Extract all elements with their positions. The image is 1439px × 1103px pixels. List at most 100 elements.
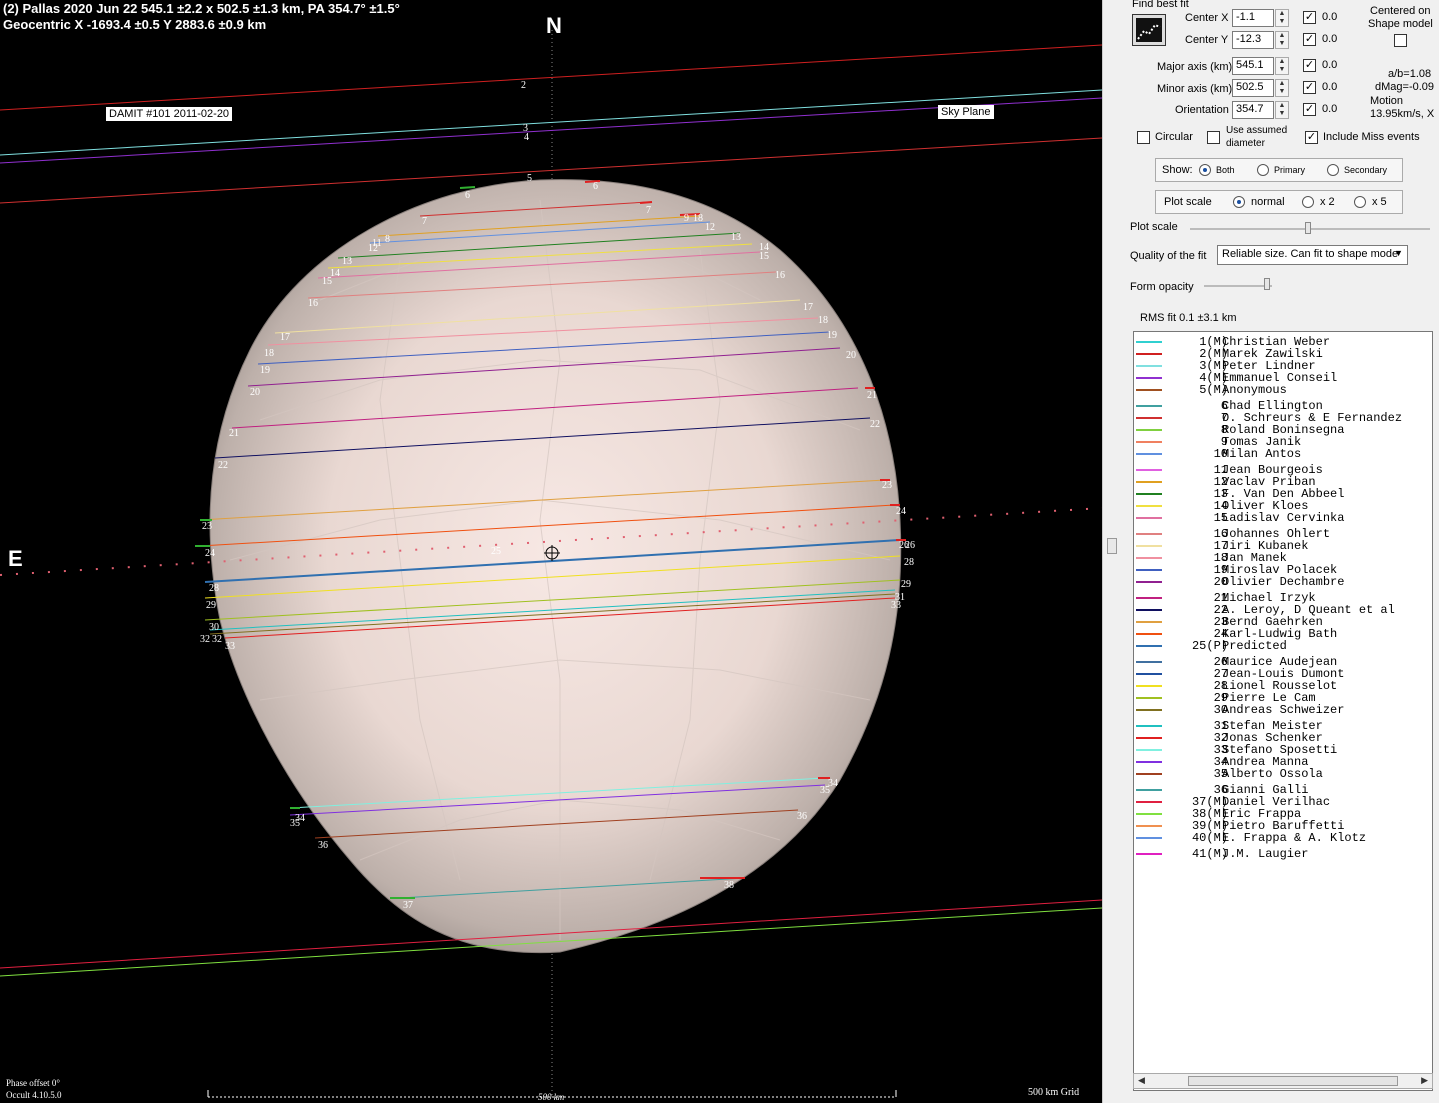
scrollbar-thumb[interactable]: [1188, 1076, 1398, 1086]
chord-label: 9: [684, 213, 689, 224]
observer-color-swatch: [1136, 773, 1162, 775]
grid-label: 500 km Grid: [1028, 1087, 1080, 1098]
plot-scale-slider-thumb[interactable]: [1305, 222, 1311, 234]
major-axis-stepper[interactable]: ▲ ▼: [1275, 57, 1289, 75]
chord-label: 30: [209, 622, 219, 633]
assumed-diameter-label: Use assumed: [1226, 125, 1288, 136]
center-y-label: Center Y: [1185, 34, 1229, 46]
opacity-slider[interactable]: [1204, 285, 1272, 287]
observer-color-swatch: [1136, 609, 1162, 611]
center-x-stepper[interactable]: ▲ ▼: [1275, 9, 1289, 27]
center-x-input[interactable]: -1.1: [1232, 9, 1274, 27]
chord-label: 26: [905, 540, 915, 551]
observer-number: 7: [1220, 411, 1228, 425]
splitter-thumb[interactable]: [1107, 538, 1117, 554]
minor-axis-fit-checkbox[interactable]: ✓: [1303, 81, 1316, 94]
rms-fit-label: RMS fit 0.1 ±3.1 km: [1140, 312, 1237, 324]
quality-select[interactable]: Reliable size. Can fit to shape mode ▼: [1217, 245, 1408, 265]
observer-list-scrollbar[interactable]: ◀ ▶: [1133, 1073, 1433, 1089]
observer-color-swatch: [1136, 417, 1162, 419]
center-y-delta: 0.0: [1322, 33, 1338, 45]
show-primary-radio[interactable]: [1257, 164, 1269, 176]
major-axis-label: Major axis (km): [1157, 61, 1233, 73]
show-both-label: Both: [1216, 165, 1235, 175]
chord-label: 12: [705, 222, 715, 233]
find-best-fit-button[interactable]: [1132, 14, 1166, 46]
center-x-fit-checkbox[interactable]: ✓: [1303, 11, 1316, 24]
chord-label: 7: [646, 205, 651, 216]
plot-splitter[interactable]: [1102, 0, 1119, 1103]
include-miss-checkbox[interactable]: ✓: [1305, 131, 1318, 144]
chord-label: 15: [322, 276, 332, 287]
show-secondary-radio[interactable]: [1327, 164, 1339, 176]
scale-x2-label: x 2: [1320, 196, 1335, 208]
observer-number: 5(M): [1199, 383, 1228, 397]
include-miss-label: Include Miss events: [1323, 131, 1420, 143]
observer-color-swatch: [1136, 429, 1162, 431]
centered-on-label: Centered on: [1370, 5, 1431, 17]
observer-color-swatch: [1136, 813, 1162, 815]
observer-number: 20: [1213, 575, 1228, 589]
orientation-delta: 0.0: [1322, 103, 1338, 115]
chord-label: 11: [372, 238, 382, 249]
chord-label: 32: [200, 634, 210, 645]
observer-color-swatch: [1136, 709, 1162, 711]
observer-color-swatch: [1136, 645, 1162, 647]
observer-number: 30: [1213, 703, 1228, 717]
center-y-stepper[interactable]: ▲ ▼: [1275, 31, 1289, 49]
chord-label: 23: [202, 521, 212, 532]
scale-x2-radio[interactable]: [1302, 196, 1314, 208]
major-axis-input[interactable]: 545.1: [1232, 57, 1274, 75]
plot-canvas: [0, 30, 1102, 1098]
motion-value: 13.95km/s, X: [1370, 108, 1435, 120]
orientation-stepper[interactable]: ▲ ▼: [1275, 101, 1289, 119]
observer-color-swatch: [1136, 353, 1162, 355]
scroll-right-icon[interactable]: ▶: [1421, 1075, 1428, 1086]
quality-label: Quality of the fit: [1130, 250, 1207, 262]
observer-color-swatch: [1136, 557, 1162, 559]
observer-color-swatch: [1136, 389, 1162, 391]
observer-number: 15: [1213, 511, 1228, 525]
find-best-fit-label: Find best fit: [1132, 0, 1189, 10]
chord-label: 4: [524, 132, 529, 143]
orientation-fit-checkbox[interactable]: ✓: [1303, 103, 1316, 116]
scroll-left-icon[interactable]: ◀: [1138, 1075, 1145, 1086]
fit-summary-line2: Geocentric X -1693.4 ±0.5 Y 2883.6 ±0.9 …: [3, 17, 267, 32]
observer-color-swatch: [1136, 481, 1162, 483]
observer-color-swatch: [1136, 685, 1162, 687]
observer-color-swatch: [1136, 737, 1162, 739]
centered-on-shape-checkbox[interactable]: [1394, 34, 1407, 47]
asteroid-profile-plot[interactable]: (2) Pallas 2020 Jun 22 545.1 ±2.2 x 502.…: [0, 0, 1102, 1103]
use-assumed-diameter-checkbox[interactable]: [1207, 131, 1220, 144]
observer-color-swatch: [1136, 533, 1162, 535]
observer-list[interactable]: 1(M) Christian Weber 2(M) Marek Zawilski 3(M…: [1133, 331, 1433, 1091]
circular-label: Circular: [1155, 131, 1193, 143]
scale-x5-label: x 5: [1372, 196, 1387, 208]
chord-label: 21: [229, 428, 239, 439]
show-primary-label: Primary: [1274, 165, 1305, 175]
minor-axis-stepper[interactable]: ▲ ▼: [1275, 79, 1289, 97]
center-y-input[interactable]: -12.3: [1232, 31, 1274, 49]
orientation-input[interactable]: 354.7: [1232, 101, 1274, 119]
major-axis-fit-checkbox[interactable]: ✓: [1303, 59, 1316, 72]
scale-x5-radio[interactable]: [1354, 196, 1366, 208]
observer-color-swatch: [1136, 697, 1162, 699]
scale-normal-radio[interactable]: [1233, 196, 1245, 208]
circular-checkbox[interactable]: [1137, 131, 1150, 144]
minor-axis-input[interactable]: 502.5: [1232, 79, 1274, 97]
north-label: N: [546, 13, 562, 38]
center-y-fit-checkbox[interactable]: ✓: [1303, 33, 1316, 46]
opacity-slider-thumb[interactable]: [1264, 278, 1270, 290]
observer-color-swatch: [1136, 453, 1162, 455]
observer-name: Anonymous: [1222, 383, 1287, 397]
chord-label: 18: [264, 348, 274, 359]
show-both-radio[interactable]: [1199, 164, 1211, 176]
chord-label: 29: [901, 579, 911, 590]
chord-label: 22: [218, 460, 228, 471]
chevron-down-icon: ▼: [1394, 248, 1403, 258]
chord-label: 35: [290, 818, 300, 829]
center-x-label: Center X: [1185, 12, 1229, 24]
chord-label: 33: [225, 641, 235, 652]
orientation-label: Orientation: [1175, 104, 1229, 116]
best-fit-chart-icon: [1136, 18, 1162, 42]
